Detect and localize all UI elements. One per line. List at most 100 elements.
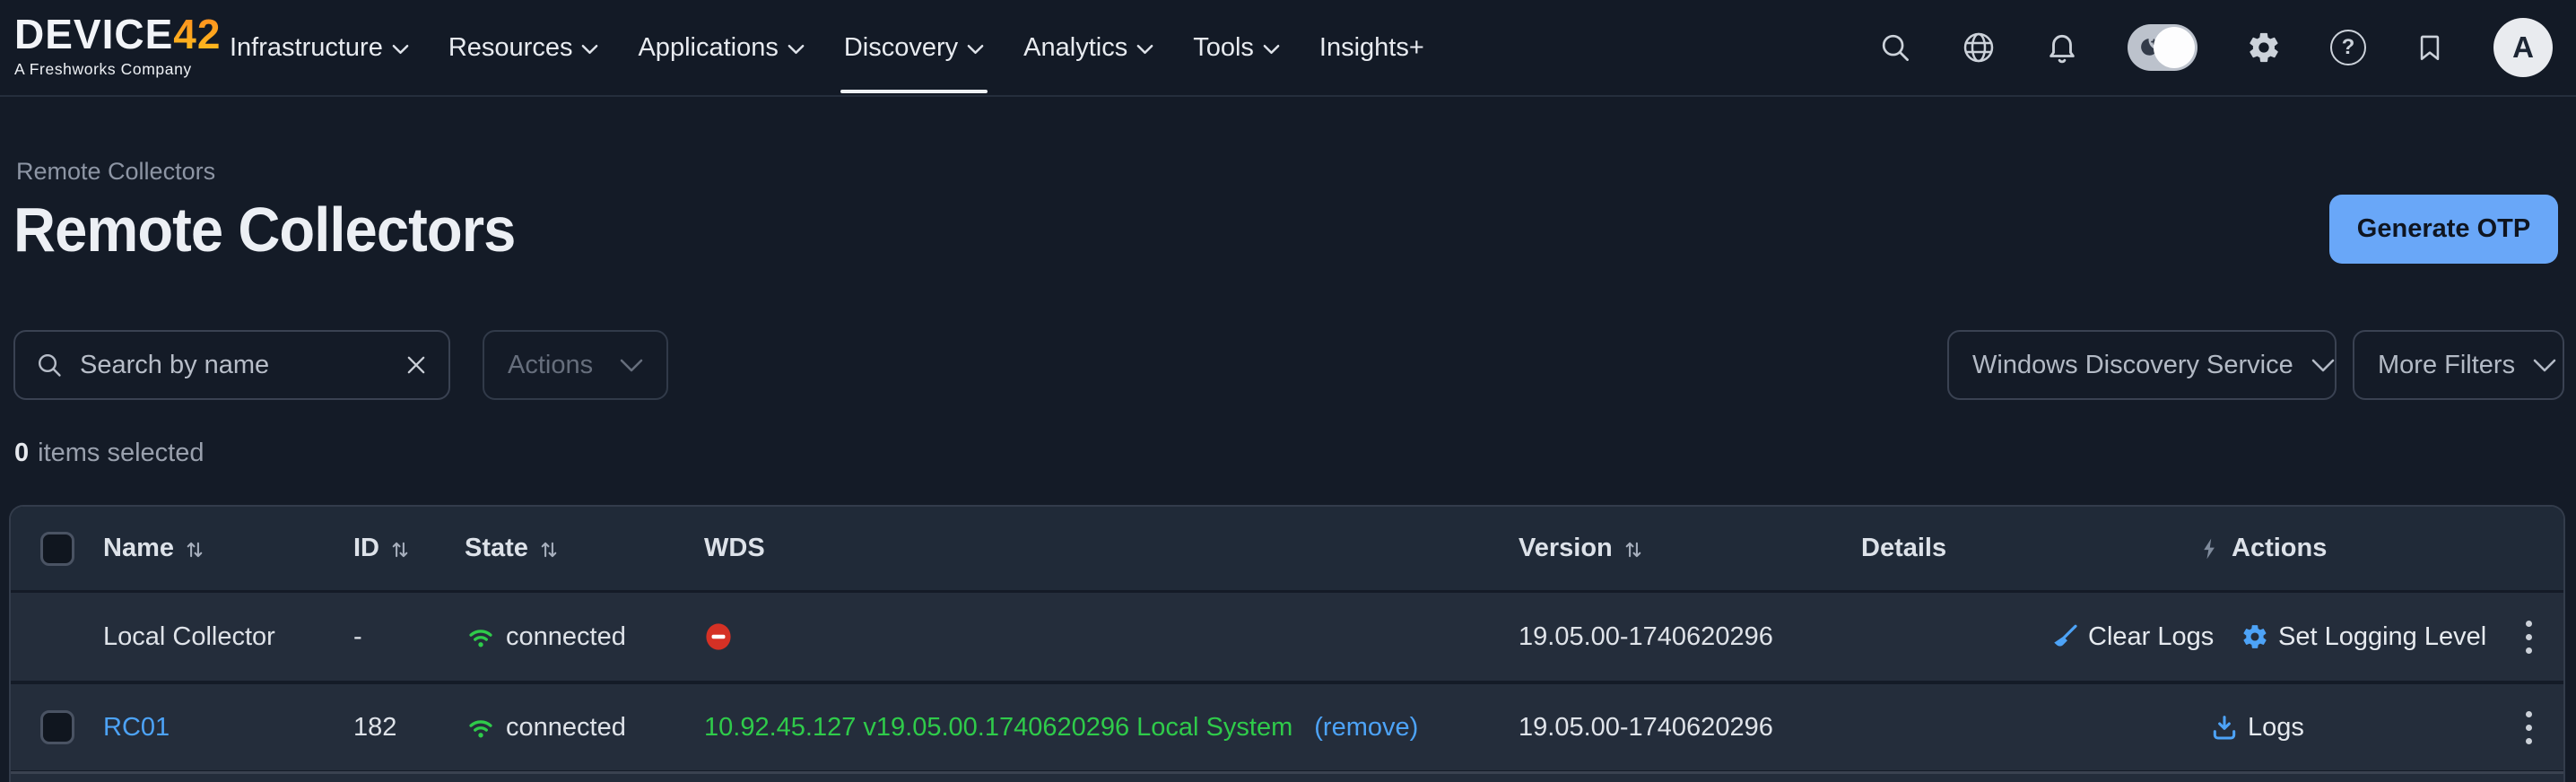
search-icon[interactable]	[1878, 30, 1912, 65]
brush-icon	[2050, 622, 2079, 651]
breadcrumb[interactable]: Remote Collectors	[16, 158, 215, 186]
column-header-state[interactable]: State	[465, 507, 561, 590]
more-filters-label: More Filters	[2378, 351, 2515, 380]
sort-icon[interactable]	[537, 538, 561, 561]
top-nav: DEVICE42 A Freshworks Company Infrastruc…	[0, 0, 2576, 95]
gear-icon	[2241, 622, 2269, 651]
row-menu-kebab-icon[interactable]	[2520, 615, 2537, 659]
action-label: Logs	[2248, 713, 2304, 743]
theme-toggle[interactable]	[2128, 24, 2197, 71]
wifi-connected-icon	[465, 713, 497, 742]
row-checkbox[interactable]	[40, 710, 74, 744]
globe-icon[interactable]	[1961, 30, 1997, 65]
collector-id: -	[353, 593, 362, 681]
gear-icon[interactable]	[2246, 30, 2282, 65]
brand-logo[interactable]: DEVICE42 A Freshworks Company	[14, 13, 221, 79]
nav-label: Analytics	[1023, 33, 1127, 63]
collector-id: 182	[353, 684, 396, 770]
user-avatar[interactable]: A	[2493, 18, 2553, 77]
collector-state: connected	[465, 684, 626, 770]
clear-logs-button[interactable]: Clear Logs	[2050, 622, 2214, 652]
help-icon[interactable]	[2330, 30, 2366, 65]
wds-remove-link[interactable]: (remove)	[1314, 713, 1418, 743]
nav-item-applications[interactable]: Applications	[638, 0, 804, 95]
lightning-icon	[2199, 535, 2223, 562]
wds-status: 10.92.45.127 v19.05.00.1740620296 Local …	[704, 684, 1418, 770]
question-mark-icon	[2330, 30, 2366, 65]
nav-item-discovery[interactable]: Discovery	[844, 0, 984, 95]
chevron-down-icon	[2533, 359, 2556, 372]
actions-dropdown-label: Actions	[508, 351, 593, 380]
search-input[interactable]	[80, 351, 387, 380]
action-label: Set Logging Level	[2278, 622, 2486, 652]
table-row-rc01: RC01 182 connected 10.92.45.127 v19.05.0…	[11, 684, 2563, 770]
chevron-down-icon	[1136, 44, 1153, 55]
collector-version: 19.05.00-1740620296	[1519, 593, 1773, 681]
theme-toggle-knob	[2154, 27, 2195, 68]
column-header-actions: Actions	[2199, 507, 2327, 590]
chevron-down-icon	[967, 44, 984, 55]
collectors-table: Name ID State WDS Version Details	[9, 505, 2565, 782]
nav-label: Tools	[1193, 33, 1254, 63]
nav-item-analytics[interactable]: Analytics	[1023, 0, 1153, 95]
generate-otp-button[interactable]: Generate OTP	[2329, 195, 2558, 264]
wds-filter-label: Windows Discovery Service	[1972, 351, 2293, 380]
search-icon	[35, 351, 64, 379]
avatar-letter: A	[2512, 30, 2534, 65]
download-icon	[2210, 713, 2239, 742]
nav-label: Resources	[448, 33, 573, 63]
collector-state: connected	[465, 593, 626, 681]
select-all-checkbox[interactable]	[40, 532, 74, 566]
column-label: State	[465, 534, 528, 563]
collector-name-link[interactable]: RC01	[103, 713, 170, 743]
nav-label: Applications	[638, 33, 778, 63]
clear-search-icon[interactable]	[404, 352, 429, 378]
nav-label: Discovery	[844, 33, 958, 63]
state-label: connected	[506, 622, 626, 652]
wds-endpoint-text: 10.92.45.127 v19.05.00.1740620296 Local …	[704, 713, 1292, 743]
chevron-down-icon	[392, 44, 409, 55]
nav-item-insights[interactable]: Insights+	[1319, 0, 1424, 95]
sort-icon[interactable]	[388, 538, 412, 561]
sort-icon[interactable]	[1622, 538, 1645, 561]
column-label: Actions	[2232, 534, 2327, 563]
actions-dropdown[interactable]: Actions	[483, 330, 668, 400]
column-header-wds: WDS	[704, 507, 765, 590]
column-label: Version	[1519, 534, 1613, 563]
nav-label: Insights+	[1319, 33, 1424, 63]
nav-item-tools[interactable]: Tools	[1193, 0, 1280, 95]
bookmark-icon[interactable]	[2415, 30, 2445, 65]
wds-filter-dropdown[interactable]: Windows Discovery Service	[1947, 330, 2337, 400]
nav-divider	[0, 95, 2576, 97]
column-label: ID	[353, 534, 379, 563]
set-logging-level-button[interactable]: Set Logging Level	[2241, 622, 2486, 652]
column-header-name[interactable]: Name	[103, 507, 206, 590]
more-filters-dropdown[interactable]: More Filters	[2353, 330, 2564, 400]
column-header-id[interactable]: ID	[353, 507, 412, 590]
main-nav: Infrastructure Resources Applications Di…	[230, 0, 1424, 95]
column-header-details: Details	[1861, 507, 1946, 590]
chevron-down-icon	[1263, 44, 1280, 55]
table-row-local-collector: Local Collector - connected 19.05.00-174…	[11, 593, 2563, 681]
brand-device: DEVICE	[14, 11, 173, 57]
page-title: Remote Collectors	[13, 194, 515, 265]
nav-item-resources[interactable]: Resources	[448, 0, 599, 95]
collector-name: Local Collector	[103, 593, 275, 681]
search-box	[13, 330, 450, 400]
bell-icon[interactable]	[2045, 30, 2079, 65]
wds-status-blocked	[704, 593, 733, 681]
column-header-version[interactable]: Version	[1519, 507, 1645, 590]
chevron-down-icon	[581, 44, 598, 55]
nav-label: Infrastructure	[230, 33, 383, 63]
column-label: Details	[1861, 534, 1946, 563]
column-label: Name	[103, 534, 174, 563]
row-menu-kebab-icon[interactable]	[2520, 706, 2537, 750]
brand-42: 42	[173, 11, 221, 57]
chevron-down-icon	[2311, 359, 2335, 372]
selected-label: items selected	[38, 439, 204, 467]
top-nav-tools: A	[1878, 0, 2553, 95]
nav-item-infrastructure[interactable]: Infrastructure	[230, 0, 409, 95]
device42-remote-collectors-page: DEVICE42 A Freshworks Company Infrastruc…	[0, 0, 2576, 782]
sort-icon[interactable]	[183, 538, 206, 561]
logs-download-button[interactable]: Logs	[2210, 713, 2304, 743]
